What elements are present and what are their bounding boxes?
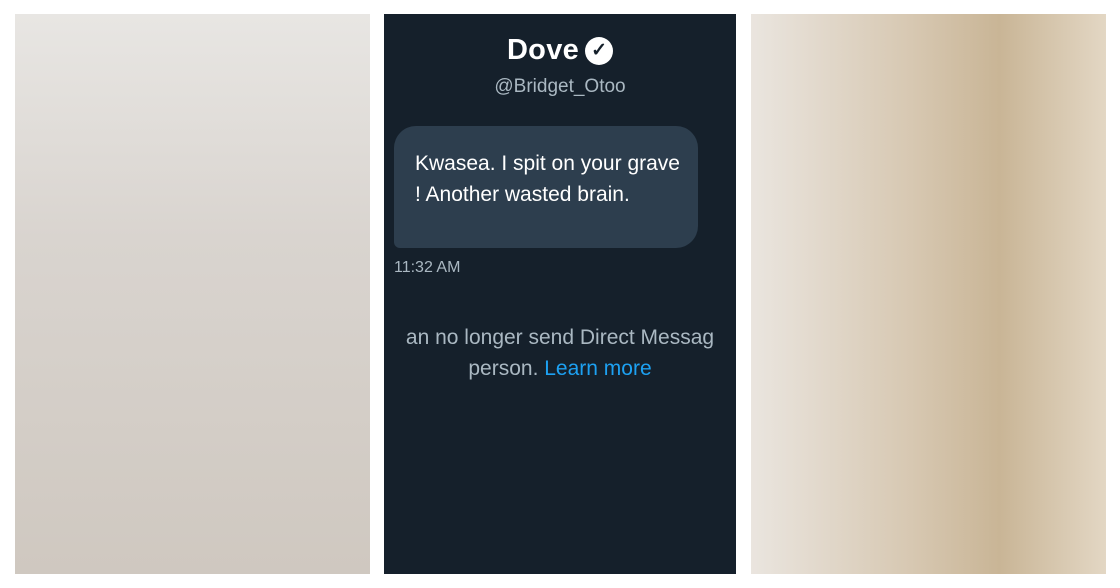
dm-header: Dove ✓ xyxy=(384,34,736,67)
dm-display-name[interactable]: Dove xyxy=(507,34,579,66)
message-text: Kwasea. I spit on your grave ! Another w… xyxy=(415,152,680,206)
dm-handle[interactable]: @Bridget_Otoo xyxy=(384,76,736,98)
photo-background xyxy=(751,14,1106,574)
learn-more-link[interactable]: Learn more xyxy=(544,357,651,380)
photo-woman-blue-dress xyxy=(15,14,370,574)
dm-restriction-notice: an no longer send Direct Messag person. … xyxy=(384,322,736,384)
message-bubble[interactable]: Kwasea. I spit on your grave ! Another w… xyxy=(394,126,698,248)
message-timestamp: 11:32 AM xyxy=(394,259,461,276)
photo-woman-black-outfit xyxy=(751,14,1106,574)
notice-line-2: person. Learn more xyxy=(384,353,736,384)
photo-background xyxy=(15,14,370,574)
notice-line-2-text: person. xyxy=(468,357,545,380)
direct-message-screenshot: Dove ✓ @Bridget_Otoo Kwasea. I spit on yo… xyxy=(384,14,736,574)
verified-badge-icon: ✓ xyxy=(585,36,614,65)
notice-line-1: an no longer send Direct Messag xyxy=(405,326,715,349)
